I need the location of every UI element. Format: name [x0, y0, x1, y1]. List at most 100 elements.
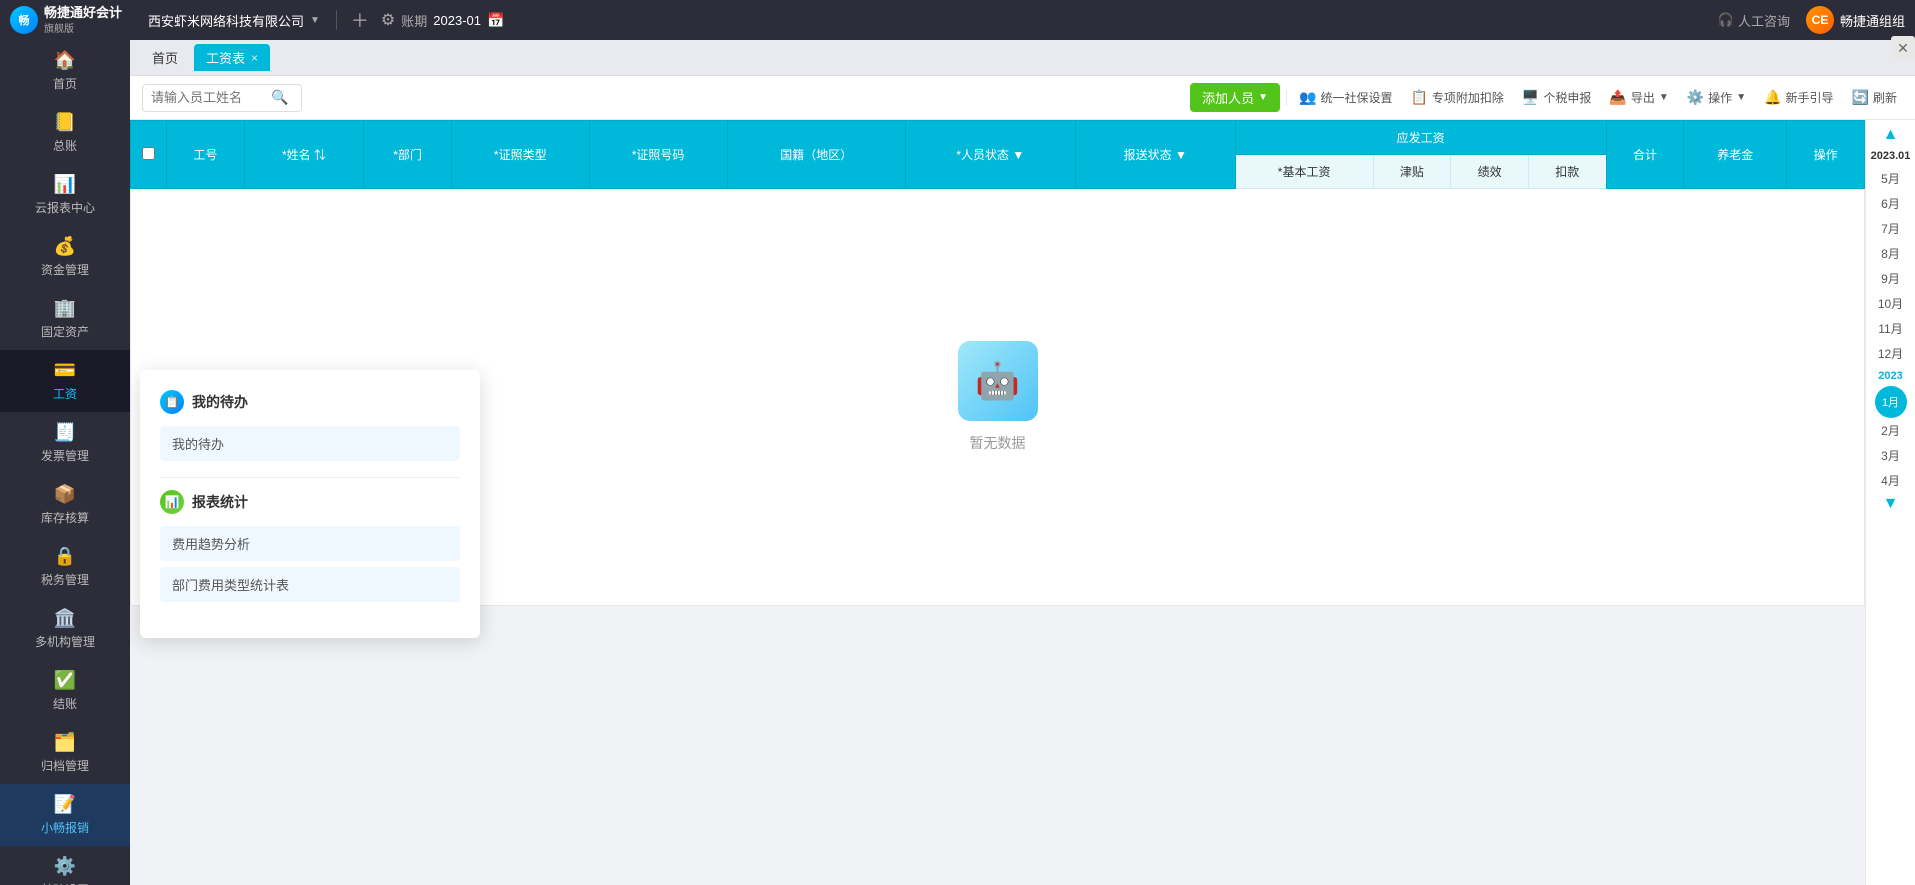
th-report-status: 报送状态 ▼ — [1075, 121, 1235, 189]
th-salary-group: 应发工资 — [1235, 121, 1606, 155]
th-checkbox[interactable] — [131, 121, 167, 189]
tab-bar: 首页 工资表 × ✕ — [130, 40, 1915, 76]
avatar-initials: CE — [1812, 13, 1829, 27]
month-item-6[interactable]: 6月 — [1871, 191, 1911, 216]
calendar-icon[interactable]: 📅 — [487, 12, 504, 29]
report-section-icon: 📊 — [160, 490, 184, 514]
company-name: 西安虾米网络科技有限公司 — [148, 11, 304, 30]
sidebar-item-tax[interactable]: 🔒 税务管理 — [0, 536, 130, 598]
add-people-button[interactable]: 添加人员 ▼ — [1190, 83, 1280, 112]
xiaochang-icon: 📝 — [54, 794, 76, 815]
new-guide-action[interactable]: 🔔 新手引导 — [1758, 85, 1839, 110]
popup-divider — [160, 477, 460, 478]
month-nav-down[interactable]: ▼ — [1881, 493, 1901, 515]
th-employee-number: 工号 — [167, 121, 245, 189]
todo-section-icon: 📋 — [160, 390, 184, 414]
reconcile-icon: ✅ — [54, 670, 76, 691]
sidebar-item-fixed-assets[interactable]: 🏢 固定资产 — [0, 288, 130, 350]
month-item-4[interactable]: 4月 — [1871, 468, 1911, 493]
sidebar-item-multi-org[interactable]: 🏛️ 多机构管理 — [0, 598, 130, 660]
month-panel-header: 2023.01 — [1871, 146, 1911, 166]
month-item-12[interactable]: 12月 — [1871, 341, 1911, 366]
popup-item-trend[interactable]: 费用趋势分析 — [160, 526, 460, 561]
export-action[interactable]: 📤 导出 ▼ — [1603, 85, 1674, 110]
month-item-5[interactable]: 5月 — [1871, 166, 1911, 191]
tax-deduction-action[interactable]: 📋 专项附加扣除 — [1404, 85, 1509, 110]
refresh-action[interactable]: 🔄 刷新 — [1846, 85, 1903, 110]
operation-chevron-icon: ▼ — [1736, 92, 1746, 103]
sidebar-label-reconcile: 结账 — [53, 695, 77, 712]
sidebar-item-invoice[interactable]: 🧾 发票管理 — [0, 412, 130, 474]
sidebar-label-ledger: 总账 — [53, 137, 77, 154]
sidebar-item-salary[interactable]: 💳 工资 — [0, 350, 130, 412]
th-nationality: 国籍（地区） — [727, 121, 905, 189]
operation-icon: ⚙️ — [1687, 89, 1704, 106]
tab-close-icon[interactable]: × — [251, 51, 258, 65]
popup-item-todo[interactable]: 我的待办 — [160, 426, 460, 461]
year-label-2023: 2023 — [1871, 366, 1911, 386]
search-icon[interactable]: 🔍 — [271, 89, 288, 106]
refresh-icon: 🔄 — [1852, 89, 1869, 106]
close-panel-button[interactable]: ✕ — [1891, 40, 1915, 60]
user-name: 畅捷通组组 — [1840, 11, 1905, 30]
sidebar-item-xiaochang[interactable]: 📝 小畅报销 — [0, 784, 130, 846]
month-item-2[interactable]: 2月 — [1871, 418, 1911, 443]
sidebar: 🏠 首页 📒 总账 📊 云报表中心 💰 资金管理 🏢 固定资产 💳 工资 🧾 发… — [0, 40, 130, 885]
popup-menu: 📋 我的待办 我的待办 📊 报表统计 费用趋势分析 部门费用类型统计表 — [140, 370, 480, 638]
fund-icon: 💰 — [54, 236, 76, 257]
tab-home[interactable]: 首页 — [140, 44, 190, 71]
month-item-7[interactable]: 7月 — [1871, 216, 1911, 241]
month-item-1-active[interactable]: 1月 — [1875, 386, 1907, 418]
sidebar-item-cloud-report[interactable]: 📊 云报表中心 — [0, 164, 130, 226]
month-item-9[interactable]: 9月 — [1871, 266, 1911, 291]
avatar: CE — [1806, 6, 1834, 34]
service-button[interactable]: 🎧 人工咨询 — [1718, 11, 1790, 30]
salary-icon: 💳 — [54, 360, 76, 381]
sidebar-label-fixed-assets: 固定资产 — [41, 323, 89, 340]
search-input[interactable] — [151, 90, 271, 105]
th-performance: 绩效 — [1451, 155, 1529, 189]
sidebar-item-home[interactable]: 🏠 首页 — [0, 40, 130, 102]
sidebar-item-ledger[interactable]: 📒 总账 — [0, 102, 130, 164]
popup-item-dept[interactable]: 部门费用类型统计表 — [160, 567, 460, 602]
sidebar-label-inventory: 库存核算 — [41, 509, 89, 526]
tax-deduction-icon: 📋 — [1410, 89, 1427, 106]
app-sub: 旗舰版 — [44, 20, 122, 35]
basic-icon: ⚙️ — [54, 856, 76, 877]
social-insurance-action[interactable]: 👥 统一社保设置 — [1293, 85, 1398, 110]
logo-icon: 畅 — [10, 6, 38, 34]
sidebar-label-salary: 工资 — [53, 385, 77, 402]
company-selector[interactable]: 西安虾米网络科技有限公司 ▼ — [140, 7, 328, 34]
sidebar-label-xiaochang: 小畅报销 — [41, 819, 89, 836]
fixed-assets-icon: 🏢 — [54, 298, 76, 319]
th-operation: 操作 — [1787, 121, 1865, 189]
month-item-11[interactable]: 11月 — [1871, 316, 1911, 341]
export-label: 导出 — [1631, 89, 1655, 106]
user-area[interactable]: CE 畅捷通组组 — [1806, 6, 1905, 34]
month-nav-up[interactable]: ▲ — [1881, 124, 1901, 146]
tab-salary-table[interactable]: 工资表 × — [194, 44, 270, 71]
sidebar-item-inventory[interactable]: 📦 库存核算 — [0, 474, 130, 536]
th-id-type: *证照类型 — [451, 121, 589, 189]
header-right: 🎧 人工咨询 CE 畅捷通组组 — [1718, 6, 1905, 34]
top-header: 畅 畅捷通好会计 旗舰版 西安虾米网络科技有限公司 ▼ ＋ ⚙ 账期 2023-… — [0, 0, 1915, 40]
month-item-8[interactable]: 8月 — [1871, 241, 1911, 266]
month-item-10[interactable]: 10月 — [1871, 291, 1911, 316]
th-personnel-status: *人员状态 ▼ — [905, 121, 1075, 189]
header-add-button[interactable]: ＋ — [345, 7, 375, 33]
sidebar-item-archive[interactable]: 🗂️ 归档管理 — [0, 722, 130, 784]
personal-tax-action[interactable]: 🖥️ 个税申报 — [1516, 85, 1597, 110]
logo-initials: 畅 — [19, 12, 30, 28]
todo-title-label: 我的待办 — [192, 392, 248, 412]
sidebar-item-reconcile[interactable]: ✅ 结账 — [0, 660, 130, 722]
search-wrap: 🔍 — [142, 84, 302, 112]
add-people-chevron-icon: ▼ — [1258, 92, 1268, 103]
select-all-checkbox[interactable] — [142, 147, 155, 160]
header-settings-icon[interactable]: ⚙ — [375, 10, 401, 30]
company-chevron-icon: ▼ — [310, 15, 320, 26]
sidebar-label-archive: 归档管理 — [41, 757, 89, 774]
sidebar-item-basic[interactable]: ⚙️ 基础设置 — [0, 846, 130, 885]
sidebar-item-fund[interactable]: 💰 资金管理 — [0, 226, 130, 288]
month-item-3[interactable]: 3月 — [1871, 443, 1911, 468]
operation-action[interactable]: ⚙️ 操作 ▼ — [1681, 85, 1752, 110]
